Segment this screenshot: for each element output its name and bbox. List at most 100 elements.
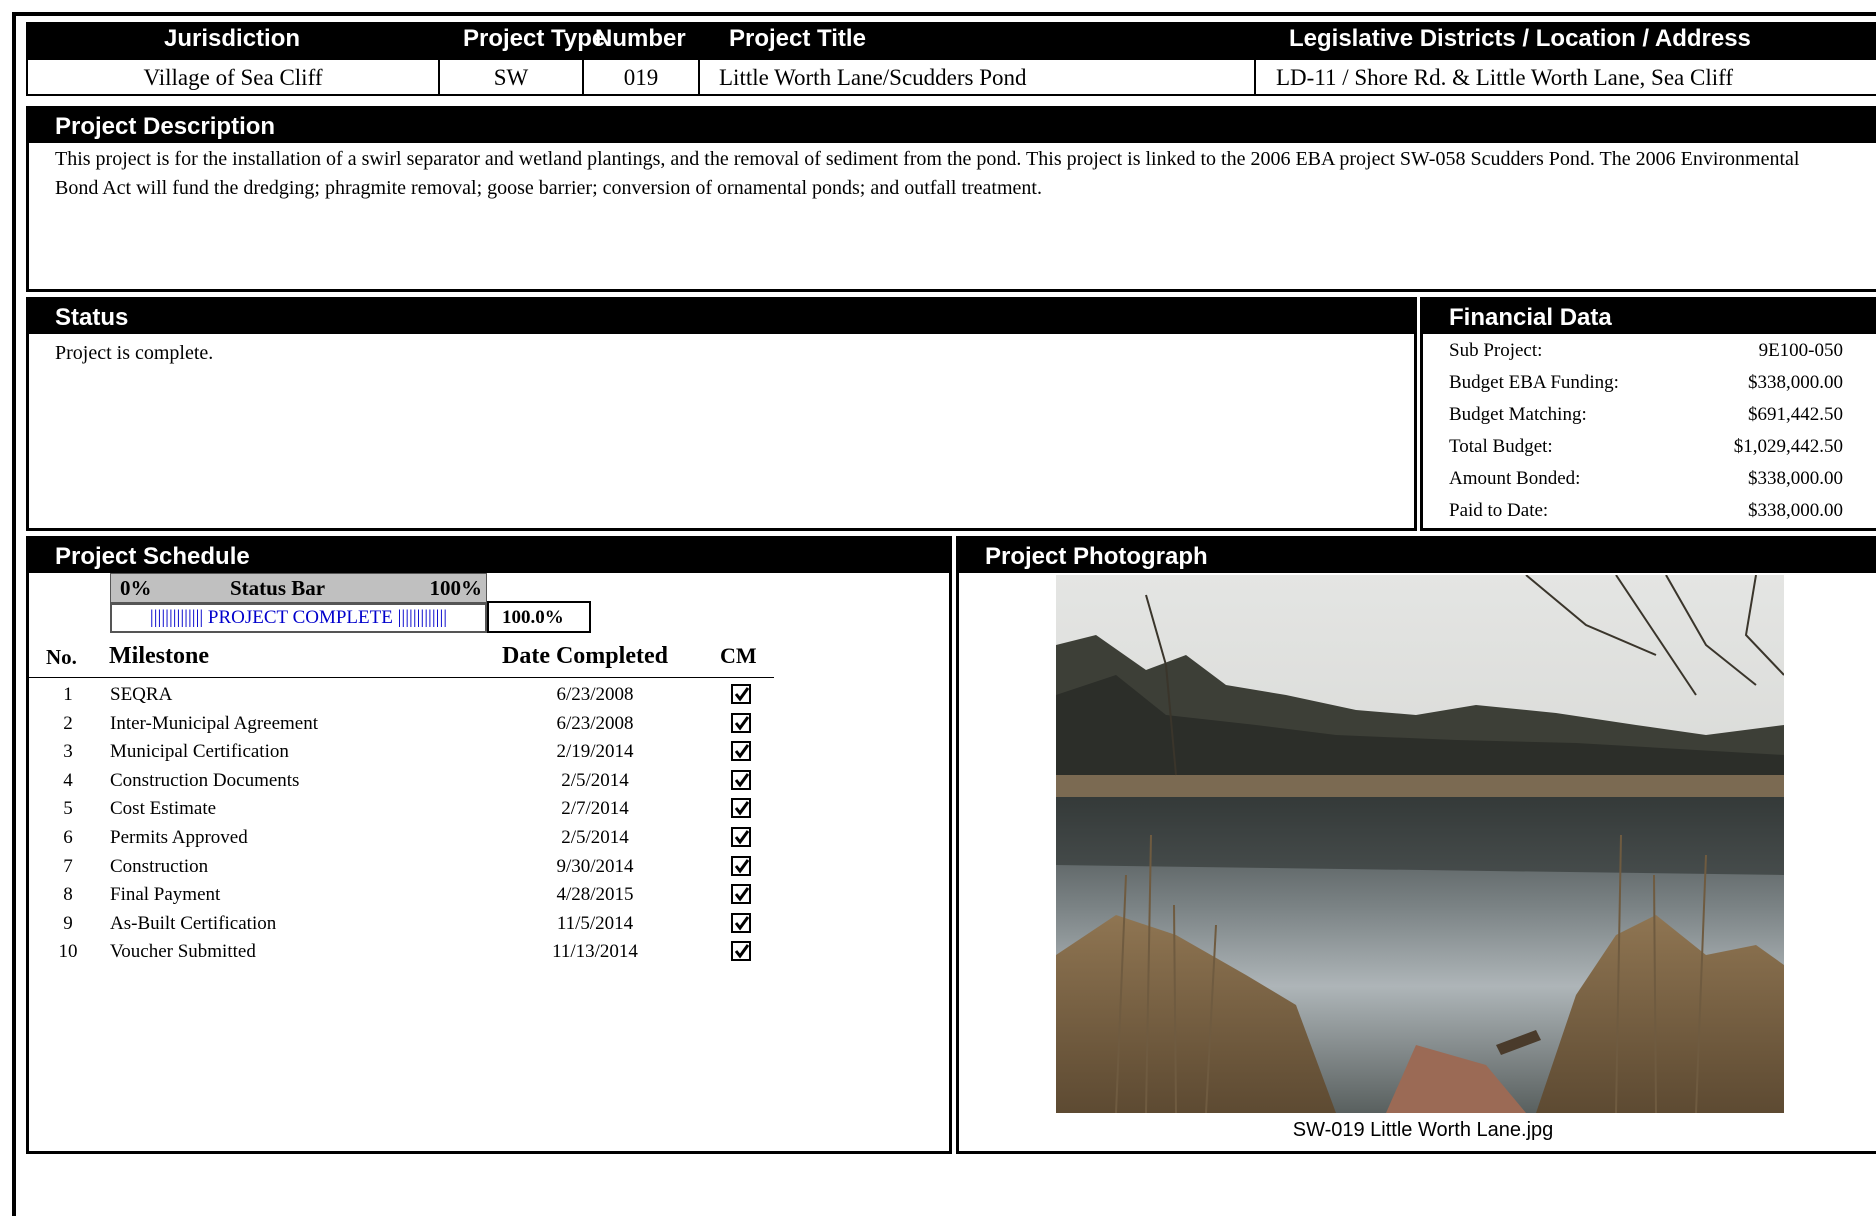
check-icon [734,744,750,759]
status-progress-bar: |||||||||||||| PROJECT COMPLETE ||||||||… [110,603,487,633]
number-value: 019 [584,60,700,94]
financial-row: Budget Matching: $691,442.50 [1449,399,1843,431]
milestone-number: 10 [58,941,78,963]
financial-row: Paid to Date: $338,000.00 [1449,495,1843,527]
milestone-date: 2/5/2014 [561,827,629,848]
completed-checkbox[interactable] [731,941,751,962]
description-title: Project Description [29,109,1876,143]
milestone-row: 5 Cost Estimate 2/7/2014 [0,795,780,824]
financial-value: $338,000.00 [1748,372,1843,393]
completed-checkbox[interactable] [731,827,751,847]
milestone-number: 1 [63,684,73,705]
project-photo [1056,575,1784,1113]
header-number-label: Number [595,25,686,52]
milestone-row: 9 As-Built Certification 11/5/2014 [0,910,780,939]
milestone-number: 4 [63,769,73,791]
check-icon [734,887,750,902]
milestone-number: 6 [63,827,73,848]
milestone-table-header: No. Milestone Date Completed CM [29,639,774,678]
milestone-number: 2 [63,712,73,734]
progress-percent: 100.0% [487,601,591,633]
milestone-number: 9 [63,912,73,934]
location-value: LD-11 / Shore Rd. & Little Worth Lane, S… [1276,65,1734,90]
milestone-name: Voucher Submitted [110,941,256,963]
completed-checkbox[interactable] [731,769,751,790]
milestone-list: 1 SEQRA 6/23/2008 2 Inter-Municipal Agreemen… [0,681,800,981]
milestone-number: 7 [63,855,73,877]
header-location-label: Legislative Districts / Location / Addre… [1289,25,1751,52]
milestone-date: 11/5/2014 [556,912,634,934]
milestone-name: As-Built Certification [110,912,277,934]
milestone-date: 9/30/2014 [556,855,634,877]
milestone-row: 6 Permits Approved 2/5/2014 [0,824,780,853]
financial-value: 9E100-050 [1758,340,1843,361]
milestone-number: 3 [63,741,73,763]
schedule-section: Project Schedule 0% Status Bar 100% ||||… [26,536,952,1154]
milestone-row: 2 Inter-Municipal Agreement 6/23/2008 [0,710,780,739]
progress-bar-text: |||||||||||||| PROJECT COMPLETE ||||||||… [149,607,448,628]
check-icon [734,772,750,788]
check-icon [734,687,750,702]
col-cm: CM [720,643,757,668]
check-icon [734,944,750,959]
photograph-title: Project Photograph [959,539,1876,573]
milestone-name: Municipal Certification [110,741,289,763]
col-milestone: Milestone [109,643,209,669]
status-text: Project is complete. [55,342,214,364]
status-bar-min: 0% [120,576,152,600]
financial-row: Total Budget: $1,029,442.50 [1449,431,1843,463]
schedule-title: Project Schedule [29,539,949,573]
project-title-value: Little Worth Lane/Scudders Pond [700,60,1256,94]
header-title-label: Project Title [729,25,866,52]
milestone-row: 8 Final Payment 4/28/2015 [0,881,780,910]
financial-value: $338,000.00 [1748,468,1843,489]
completed-checkbox[interactable] [731,684,751,704]
check-icon [734,801,750,816]
description-text: This project is for the installation of … [55,148,1800,199]
completed-checkbox[interactable] [731,798,751,819]
status-bar-max: 100% [429,576,483,600]
header-bar: Jurisdiction Project Type Number Project… [26,22,1876,58]
financial-label: Sub Project: [1449,340,1543,361]
milestone-row: 4 Construction Documents 2/5/2014 [0,767,780,796]
header-values-row: Village of Sea Cliff SW 019 Little Worth… [26,58,1876,96]
milestone-name: Construction Documents [110,769,300,791]
check-icon [734,715,750,731]
financial-row: Budget EBA Funding: $338,000.00 [1449,367,1843,399]
milestone-date: 2/7/2014 [561,798,629,820]
financial-row: Amount Bonded: $338,000.00 [1449,463,1843,495]
financial-value: $691,442.50 [1748,404,1843,425]
financial-label: Amount Bonded: [1449,468,1581,489]
milestone-name: Final Payment [110,884,221,906]
completed-checkbox[interactable] [731,712,751,733]
milestone-date: 6/23/2008 [556,684,634,705]
check-icon [734,830,750,845]
milestone-date: 6/23/2008 [556,712,634,734]
financial-label: Paid to Date: [1449,500,1549,521]
milestone-name: Permits Approved [110,827,248,848]
status-bar-title: Status Bar [230,576,326,600]
project-type-value: SW [440,60,584,94]
milestone-name: Inter-Municipal Agreement [110,712,319,734]
completed-checkbox[interactable] [731,741,751,762]
completed-checkbox[interactable] [731,912,751,933]
header-jurisdiction-label: Jurisdiction [164,25,301,52]
financial-section: Financial Data Sub Project: 9E100-050 Bu… [1420,297,1876,531]
milestone-date: 11/13/2014 [552,941,638,963]
photo-caption: SW-019 Little Worth Lane.jpg [1292,1119,1554,1141]
milestone-row: 1 SEQRA 6/23/2008 [0,681,780,710]
milestone-number: 8 [63,884,73,906]
milestone-date: 2/19/2014 [556,741,634,763]
completed-checkbox[interactable] [731,855,751,876]
financial-label: Budget EBA Funding: [1449,372,1619,393]
completed-checkbox[interactable] [731,884,751,905]
milestone-row: 10 Voucher Submitted 11/13/2014 [0,938,780,967]
description-section: Project Description This project is for … [26,106,1876,292]
jurisdiction-value: Village of Sea Cliff [28,60,440,94]
milestone-name: Cost Estimate [110,798,217,820]
check-icon [734,858,750,874]
milestone-date: 2/5/2014 [561,769,629,791]
milestone-name: Construction [110,855,209,877]
header-type-label: Project Type [463,25,606,52]
col-date: Date Completed [502,643,668,669]
